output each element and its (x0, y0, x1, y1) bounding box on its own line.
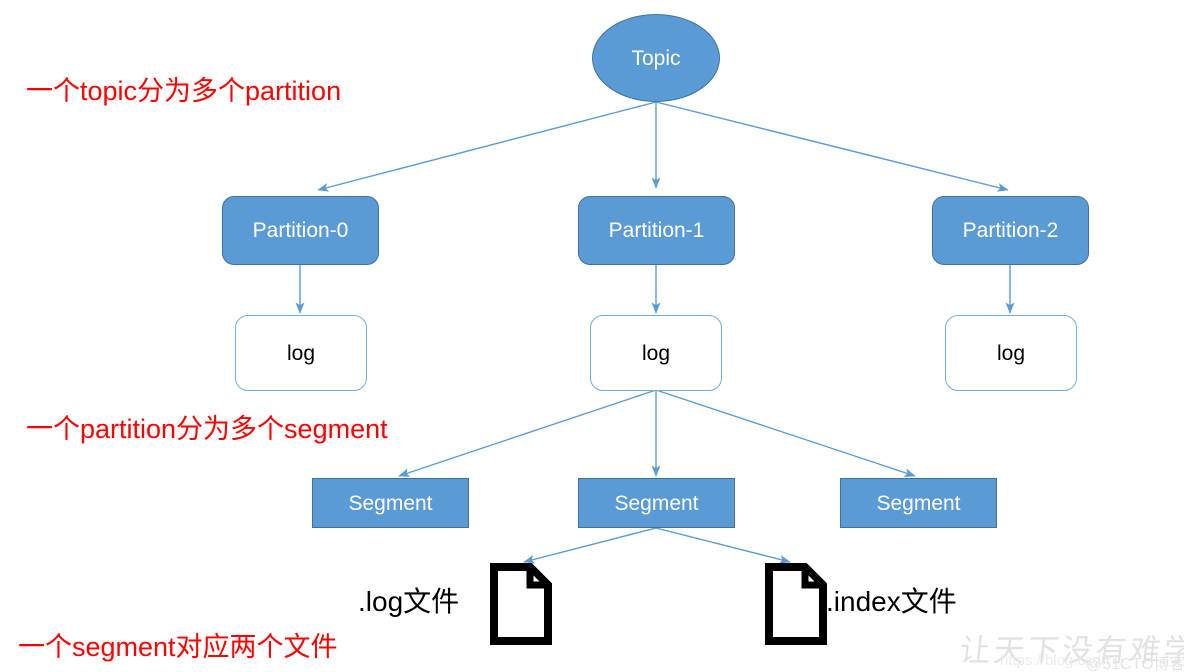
segment-node-2-label: Segment (876, 491, 961, 515)
edge-topic-to-partitions (317, 101, 1009, 192)
segment-node-0[interactable]: Segment (312, 478, 469, 528)
log-file-label: .log文件 (358, 586, 460, 617)
topic-node[interactable]: Topic (592, 14, 720, 102)
index-file-label: .index文件 (826, 586, 957, 617)
annotation-partition-segment: 一个partition分为多个segment (26, 414, 388, 444)
edge-partitions-to-logs (295, 265, 1015, 314)
document-icon (490, 563, 552, 645)
log-node-1[interactable]: log (590, 315, 722, 391)
annotation-segment-files: 一个segment对应两个文件 (18, 632, 338, 662)
log-node-2[interactable]: log (945, 315, 1077, 391)
log-node-2-label: log (996, 341, 1026, 365)
partition-node-0-label: Partition-0 (252, 219, 349, 242)
document-icon (765, 563, 827, 645)
partition-node-1[interactable]: Partition-1 (578, 196, 735, 265)
segment-node-1-label: Segment (614, 491, 699, 515)
partition-node-2[interactable]: Partition-2 (932, 196, 1089, 265)
annotation-topic-partition: 一个topic分为多个partition (26, 76, 342, 106)
segment-node-2[interactable]: Segment (840, 478, 997, 528)
topic-node-label: Topic (631, 46, 681, 70)
partition-node-1-label: Partition-1 (608, 219, 705, 242)
segment-node-1[interactable]: Segment (578, 478, 735, 528)
partition-node-2-label: Partition-2 (962, 219, 1059, 242)
watermark-site-text: @51CTO博客 (1086, 656, 1184, 672)
partition-node-0[interactable]: Partition-0 (222, 196, 379, 265)
edge-segment-to-files (523, 527, 791, 564)
log-node-0[interactable]: log (235, 315, 367, 391)
log-node-1-label: log (641, 341, 671, 365)
edge-log-to-segments (398, 389, 916, 477)
log-node-0-label: log (286, 341, 316, 365)
diagram-canvas: Topic Partition-0 Partition-1 Partition-… (0, 0, 1184, 672)
segment-node-0-label: Segment (348, 491, 433, 515)
